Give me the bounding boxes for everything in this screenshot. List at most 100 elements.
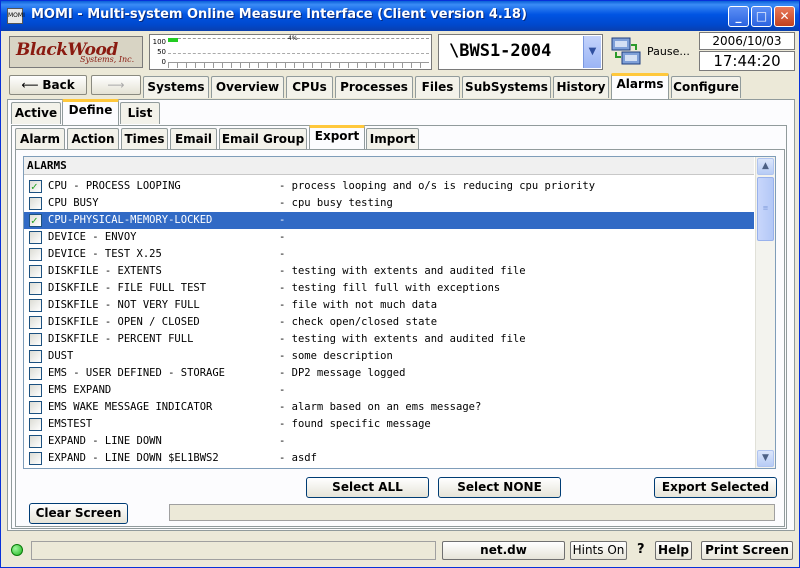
alarm-description: - DP2 message logged (279, 367, 406, 379)
tab-subsystems[interactable]: SubSystems (462, 76, 551, 98)
list-item[interactable]: DUST - some description (24, 348, 754, 365)
list-item[interactable]: CPU - PROCESS LOOPING - process looping a… (24, 178, 754, 195)
tab-overview[interactable]: Overview (211, 76, 284, 98)
alarm-description: - asdf (279, 452, 317, 464)
list-item[interactable]: DISKFILE - EXTENTS - testing with extents… (24, 263, 754, 280)
alarm-checkbox[interactable] (29, 265, 42, 278)
alarm-checkbox[interactable] (29, 178, 42, 195)
alarm-name: DEVICE - TEST X.25 (48, 248, 162, 260)
alarm-checkbox[interactable] (29, 435, 42, 448)
alarm-checkbox[interactable] (29, 418, 42, 431)
help-button[interactable]: Help (655, 541, 692, 560)
alarm-name: DUST (48, 350, 74, 362)
list-item[interactable]: EXPAND - LINE DOWN - (24, 433, 754, 450)
alarm-checkbox[interactable] (29, 299, 42, 312)
alarm-checkbox[interactable] (29, 231, 42, 244)
server-button[interactable]: net.dw (442, 541, 565, 560)
list-item[interactable]: EMS EXPAND - (24, 382, 754, 399)
list-item[interactable]: EXPAND - LINE DOWN $EL1BWS2 - asdf (24, 450, 754, 467)
pause-icon[interactable] (610, 35, 642, 67)
alarm-name: EMS - USER DEFINED - STORAGE (48, 367, 226, 379)
select-all-button[interactable]: Select ALL (306, 477, 429, 498)
alarm-checkbox[interactable] (29, 350, 42, 363)
tab-alarm[interactable]: Alarm (15, 128, 65, 150)
alarm-checkbox[interactable] (29, 367, 42, 380)
pause-label[interactable]: Pause... (647, 45, 690, 58)
list-item[interactable]: DISKFILE - NOT VERY FULL - file with not … (24, 297, 754, 314)
tab-history[interactable]: History (553, 76, 609, 98)
list-item[interactable]: DEVICE - ENVOY - (24, 229, 754, 246)
tab-alarms[interactable]: Alarms (611, 73, 669, 99)
tab-export[interactable]: Export (309, 125, 365, 150)
tab-list[interactable]: List (120, 102, 160, 124)
alarm-description: - some description (279, 350, 393, 362)
tab-import[interactable]: Import (366, 128, 419, 150)
list-item[interactable]: EXPAND - LINE DOWN $EL1BWS3 - (24, 467, 754, 468)
alarm-name: EXPAND - LINE DOWN $EL1BWS2 (48, 452, 219, 464)
meter-axis (168, 62, 429, 68)
title-bar: MOMI MOMI - Multi-system Online Measure … (1, 1, 799, 31)
close-button[interactable]: ✕ (774, 6, 795, 27)
maximize-button[interactable]: □ (751, 6, 772, 27)
alarm-name: DEVICE - ENVOY (48, 231, 137, 243)
list-item[interactable]: CPU-PHYSICAL-MEMORY-LOCKED - (24, 212, 754, 229)
tab-configure[interactable]: Configure (671, 76, 741, 98)
alarm-name: DISKFILE - NOT VERY FULL (48, 299, 200, 311)
alarm-checkbox[interactable] (29, 333, 42, 346)
list-item[interactable]: CPU BUSY - cpu busy testing (24, 195, 754, 212)
alarms-list[interactable]: ALARMS CPU - PROCESS LOOPING - process lo… (23, 156, 776, 469)
back-button[interactable]: ⟵ Back (9, 75, 87, 95)
system-name: \BWS1-2004 (449, 41, 552, 61)
select-none-button[interactable]: Select NONE (438, 477, 561, 498)
tab-times[interactable]: Times (121, 128, 168, 150)
export-selected-button[interactable]: Export Selected (654, 477, 777, 498)
tab-email[interactable]: Email (170, 128, 217, 150)
alarm-checkbox[interactable] (29, 401, 42, 414)
list-scrollbar[interactable]: ▲ ≡ ▼ (755, 157, 775, 468)
alarm-name: EMS WAKE MESSAGE INDICATOR (48, 401, 213, 413)
scroll-up-icon[interactable]: ▲ (757, 158, 774, 175)
chevron-down-icon[interactable]: ▼ (583, 36, 601, 68)
tab-files[interactable]: Files (415, 76, 460, 98)
alarm-name: EXPAND - LINE DOWN $EL1BWS3 (48, 467, 219, 468)
list-item[interactable]: DISKFILE - OPEN / CLOSED - check open/clo… (24, 314, 754, 331)
alarm-checkbox[interactable] (29, 212, 42, 229)
help-question-icon[interactable]: ? (637, 542, 645, 557)
clear-screen-button[interactable]: Clear Screen (29, 503, 128, 524)
tab-email-group[interactable]: Email Group (219, 128, 307, 150)
main-window: MOMI MOMI - Multi-system Online Measure … (0, 0, 800, 568)
list-item[interactable]: DISKFILE - PERCENT FULL - testing with ex… (24, 331, 754, 348)
tab-define[interactable]: Define (62, 99, 119, 125)
alarm-checkbox[interactable] (29, 316, 42, 329)
scroll-thumb[interactable]: ≡ (757, 177, 774, 241)
list-item[interactable]: EMS WAKE MESSAGE INDICATOR - alarm based … (24, 399, 754, 416)
alarm-checkbox[interactable] (29, 452, 42, 465)
forward-arrow-icon: ⟶ (107, 78, 125, 92)
tab-cpus[interactable]: CPUs (286, 76, 333, 98)
list-item[interactable]: DISKFILE - FILE FULL TEST - testing fill … (24, 280, 754, 297)
list-item[interactable]: EMSTEST - found specific message (24, 416, 754, 433)
list-item[interactable]: EMS - USER DEFINED - STORAGE - DP2 messag… (24, 365, 754, 382)
app-icon[interactable]: MOMI (7, 8, 25, 24)
alarm-checkbox[interactable] (29, 282, 42, 295)
window-title: MOMI - Multi-system Online Measure Inter… (31, 7, 527, 22)
tab-action[interactable]: Action (67, 128, 119, 150)
scroll-down-icon[interactable]: ▼ (757, 450, 774, 467)
alarm-checkbox[interactable] (29, 384, 42, 397)
alarm-checkbox[interactable] (29, 197, 42, 210)
back-label: Back (42, 78, 75, 92)
print-screen-button[interactable]: Print Screen (701, 541, 793, 560)
tab-active[interactable]: Active (11, 102, 61, 124)
tab-systems[interactable]: Systems (143, 76, 209, 98)
minimize-button[interactable]: _ (728, 6, 749, 27)
alarm-checkbox[interactable] (29, 248, 42, 261)
alarm-description: - alarm based on an ems message? (279, 401, 482, 413)
system-selector[interactable]: \BWS1-2004 ▼ (438, 34, 603, 70)
forward-button[interactable]: ⟶ (91, 75, 141, 95)
list-item[interactable]: DEVICE - TEST X.25 - (24, 246, 754, 263)
tab-processes[interactable]: Processes (335, 76, 413, 98)
hints-toggle[interactable]: Hints On (570, 541, 627, 560)
alarm-name: EXPAND - LINE DOWN (48, 435, 162, 447)
meter-midline (168, 53, 429, 54)
alarm-name: DISKFILE - PERCENT FULL (48, 333, 194, 345)
